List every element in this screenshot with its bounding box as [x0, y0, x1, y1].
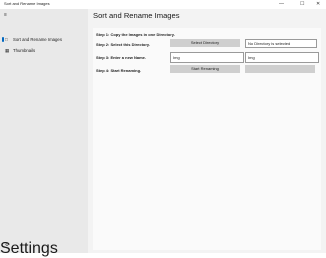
app-title: Sort and Rename Images	[4, 1, 50, 6]
directory-status-field: No Directory is selected	[245, 39, 317, 48]
sidebar-item-label: Sort and Rename Images	[13, 37, 62, 42]
select-directory-button[interactable]: Select Directory	[170, 39, 240, 47]
sidebar-item-thumbnails[interactable]: ▦ Thumbnails	[0, 46, 88, 56]
close-button[interactable]: ✕	[316, 1, 320, 7]
name-input-2[interactable]	[245, 52, 319, 63]
image-icon: □	[5, 37, 8, 42]
page-title: Sort and Rename Images	[93, 11, 180, 20]
hamburger-menu-icon[interactable]: ≡	[4, 12, 7, 18]
selection-indicator	[2, 37, 4, 42]
gear-icon: ⚙	[5, 242, 10, 247]
title-bar: Sort and Rename Images — ☐ ✕	[0, 0, 326, 9]
step-2-label: Step 2: Select this Directory.	[96, 42, 150, 47]
main-content: Sort and Rename Images Step 1: Copy the …	[88, 9, 326, 253]
rename-progress-area	[245, 65, 315, 73]
sidebar-item-sort-rename[interactable]: □ Sort and Rename Images	[0, 35, 88, 45]
step-4-label: Step 4: Start Renaming.	[96, 68, 142, 73]
thumbnails-icon: ▦	[5, 48, 10, 53]
sidebar-item-label: Thumbnails	[13, 48, 36, 53]
steps-card: Step 1: Copy the Images in one Directory…	[93, 28, 321, 250]
step-1-label: Step 1: Copy the Images in one Directory…	[96, 32, 175, 37]
step-3-label: Step 3: Enter a new Name.	[96, 55, 147, 60]
maximize-button[interactable]: ☐	[300, 1, 304, 7]
sidebar: ≡ □ Sort and Rename Images ▦ Thumbnails …	[0, 9, 88, 257]
minimize-button[interactable]: —	[279, 1, 284, 7]
sidebar-item-settings[interactable]: ⚙ Settings	[0, 240, 88, 257]
name-input-1[interactable]	[170, 52, 244, 63]
start-renaming-button[interactable]: Start Renaming	[170, 65, 240, 73]
